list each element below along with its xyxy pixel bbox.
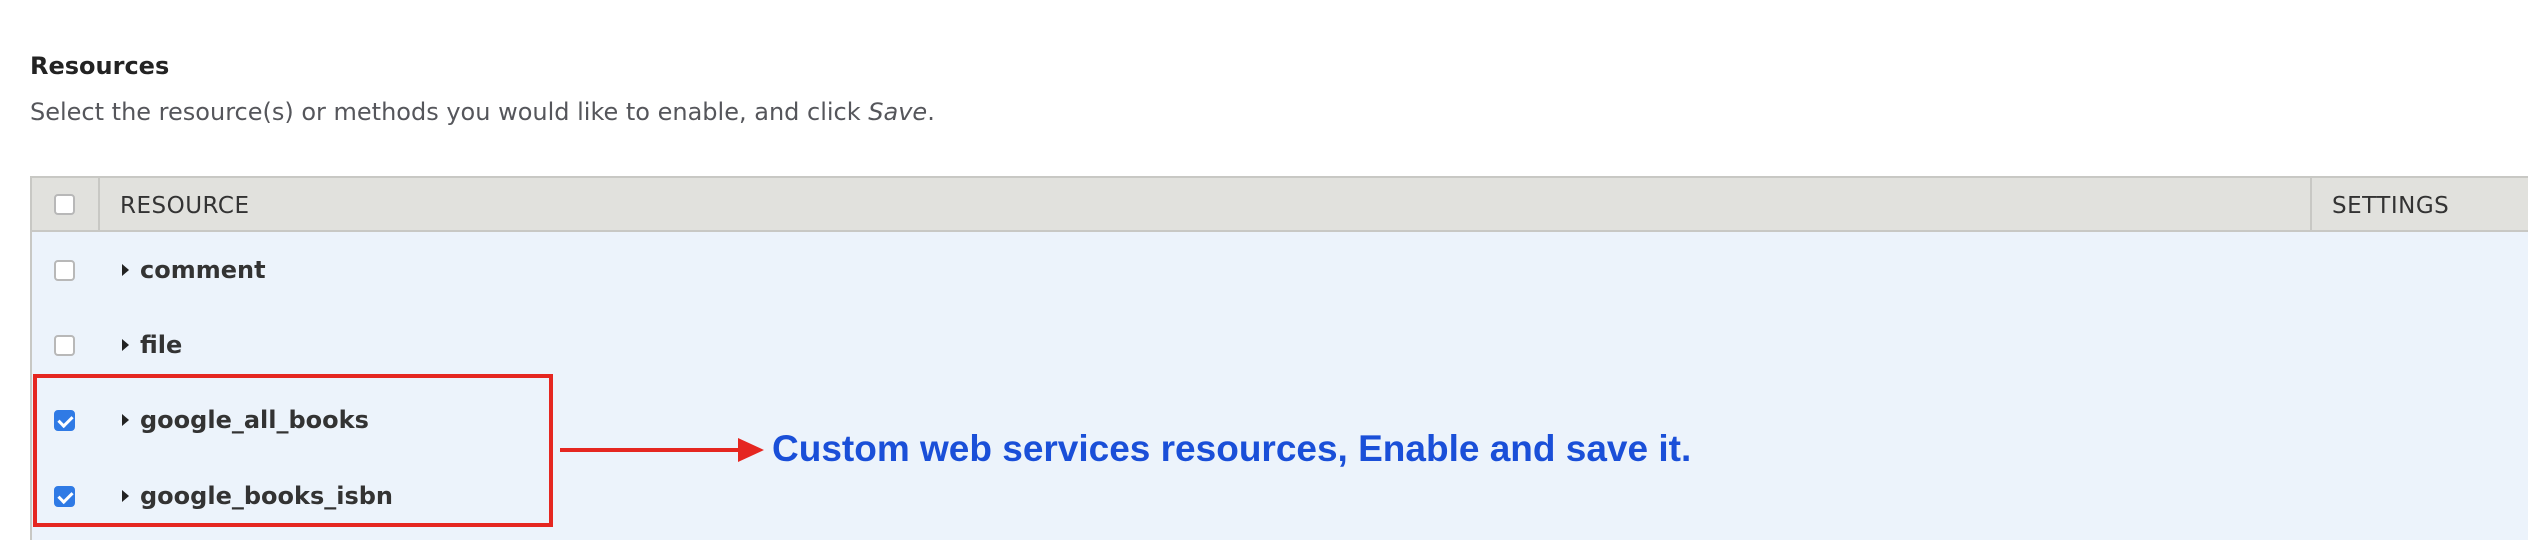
resource-label-file[interactable]: file [140,331,182,359]
rest-resources-page: Resources Select the resource(s) or meth… [0,0,2528,540]
table-header: RESOURCE SETTINGS [32,178,2528,232]
annotation-arrow-line [560,448,742,452]
row-checkbox-file[interactable] [54,335,75,356]
row-checkbox-comment[interactable] [54,260,75,281]
resource-label-comment[interactable]: comment [140,256,266,284]
section-description: Select the resource(s) or methods you wo… [30,98,935,126]
column-header-settings[interactable]: SETTINGS [2332,193,2449,219]
caret-right-icon[interactable] [122,339,129,351]
annotation-text: Custom web services resources, Enable an… [772,428,1692,469]
section-title: Resources [30,52,170,80]
description-save-emphasis: Save [868,98,928,126]
select-all-cell [32,178,100,232]
column-divider [2310,178,2312,232]
caret-right-icon[interactable] [122,264,129,276]
description-text: Select the resource(s) or methods you wo… [30,98,869,126]
annotation-highlight-box [33,374,553,527]
select-all-checkbox[interactable] [54,194,75,215]
table-row: comment [32,234,2528,309]
description-period: . [927,98,935,126]
table-row: file [32,309,2528,384]
arrow-right-icon [738,438,764,462]
column-header-resource[interactable]: RESOURCE [120,193,249,219]
